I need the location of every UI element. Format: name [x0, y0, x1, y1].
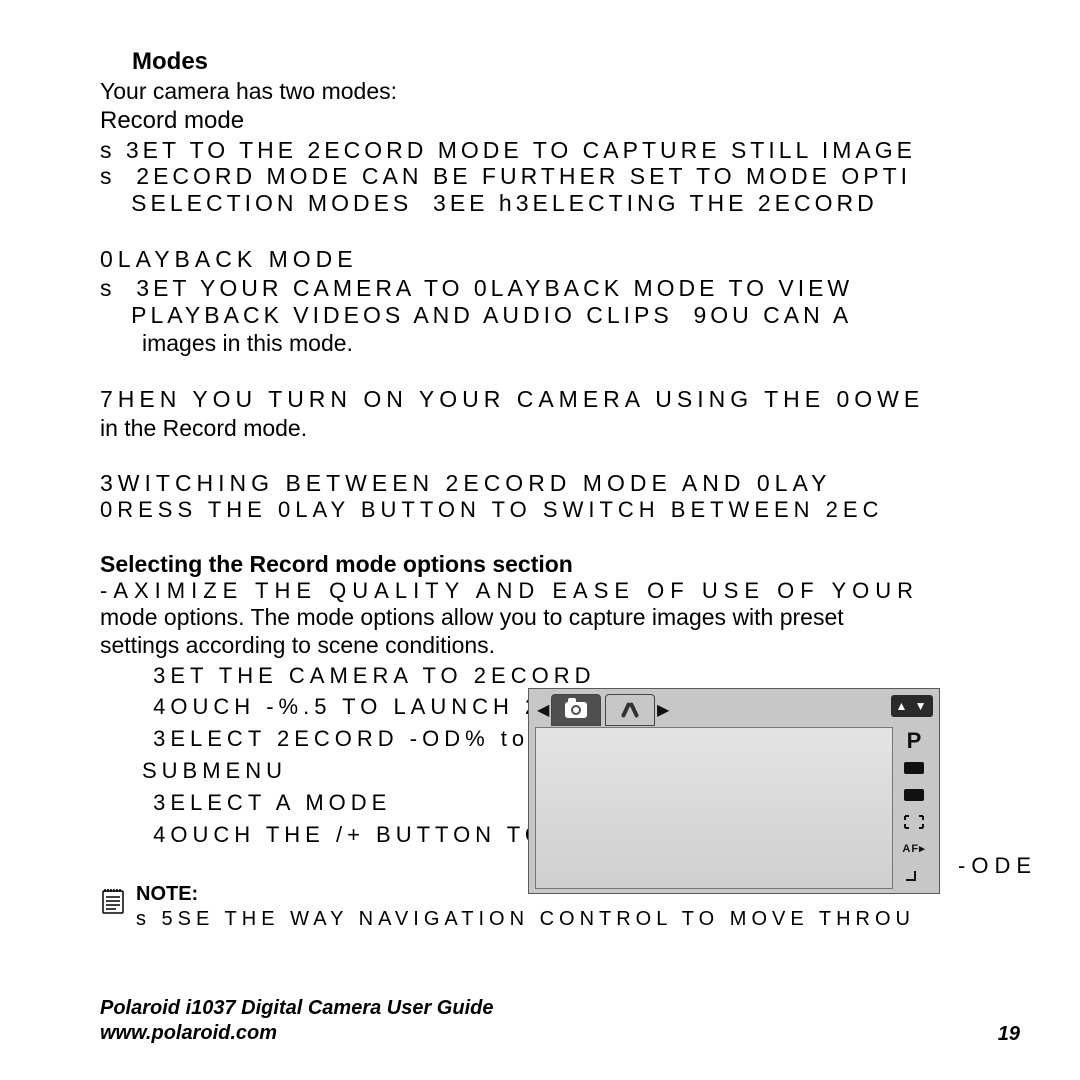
- maximize-line: -AXIMIZE THE QUALITY AND EASE OF USE OF …: [100, 578, 1080, 604]
- ode-tail: -ODE: [958, 853, 1037, 879]
- af-icon: AF▸: [898, 838, 930, 860]
- focus-brackets-icon: [898, 811, 930, 833]
- page-number: 19: [998, 1023, 1020, 1046]
- record-mode-title: Record mode: [100, 107, 1080, 135]
- up-down-indicator: ▲ ▼: [891, 695, 933, 717]
- page-footer: Polaroid i1037 Digital Camera User Guide…: [100, 996, 1020, 1046]
- corner-icon: [898, 865, 930, 887]
- record-mode-bullets: s 3ET TO THE 2ECORD MODE TO CAPTURE STIL…: [100, 137, 1080, 216]
- playback-mode-bullets: s 3ET YOUR CAMERA TO 0LAYBACK MODE TO VI…: [100, 275, 1080, 328]
- chevron-left-icon: ◀: [537, 700, 549, 720]
- chevron-right-icon: ▶: [657, 700, 669, 720]
- footer-title: Polaroid i1037 Digital Camera User Guide: [100, 996, 493, 1021]
- note-body: s 5SE THE WAY NAVIGATION CONTROL TO MOVE…: [136, 908, 915, 931]
- heading-modes: Modes: [132, 48, 1080, 76]
- camera-menu-panel: ◀ ▶ ▲ ▼ P AF▸: [528, 688, 940, 894]
- mode-options-line2: settings according to scene conditions.: [100, 632, 1080, 660]
- panel-tabbar: ◀ ▶: [537, 693, 931, 727]
- mode-generic-icon-2: [898, 784, 930, 806]
- playback-mode-title: 0LAYBACK MODE: [100, 246, 1080, 273]
- panel-body: [535, 727, 893, 889]
- camera-icon: [565, 702, 587, 718]
- playback-tail: images in this mode.: [142, 330, 1080, 358]
- tab-camera: [551, 694, 601, 726]
- mode-p-icon: P: [898, 730, 930, 752]
- power-on-line1: 7HEN YOU TURN ON YOUR CAMERA USING THE 0…: [100, 386, 1080, 413]
- heading-select-record-options: Selecting the Record mode options sectio…: [100, 551, 1080, 578]
- tab-tools: [605, 694, 655, 726]
- footer-url: www.polaroid.com: [100, 1021, 493, 1046]
- note-icon: [100, 885, 126, 920]
- mode-options-line1: mode options. The mode options allow you…: [100, 604, 1080, 632]
- mode-generic-icon-1: [898, 757, 930, 779]
- manual-page: Modes Your camera has two modes: Record …: [0, 0, 1080, 1080]
- switching-body: 0RESS THE 0LAY BUTTON TO SWITCH BETWEEN …: [100, 497, 1080, 523]
- intro-text: Your camera has two modes:: [100, 78, 1080, 105]
- power-on-line2: in the Record mode.: [100, 415, 1080, 443]
- tools-icon: [620, 700, 640, 720]
- panel-side-icons: P AF▸: [895, 727, 933, 889]
- switching-title: 3WITCHING BETWEEN 2ECORD MODE AND 0LAY: [100, 470, 1080, 497]
